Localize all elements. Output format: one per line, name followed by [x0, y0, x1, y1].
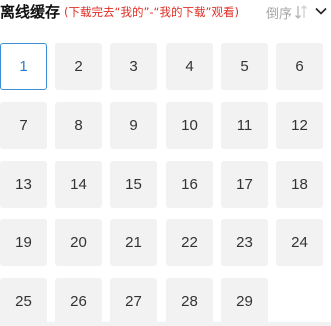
sort-label: 倒序	[266, 6, 293, 22]
episode-tile[interactable]: 1	[0, 43, 47, 90]
episode-tile[interactable]: 6	[276, 43, 323, 90]
episode-tile[interactable]: 16	[166, 161, 213, 208]
episode-tile[interactable]: 19	[0, 219, 47, 266]
episode-tile[interactable]: 11	[221, 102, 268, 149]
episode-tile[interactable]: 9	[110, 102, 157, 149]
episode-tile[interactable]: 13	[0, 161, 47, 208]
episode-tile[interactable]: 20	[55, 219, 102, 266]
episode-tile[interactable]: 26	[55, 278, 102, 325]
episode-tile[interactable]: 2	[55, 43, 102, 90]
page-title: 离线缓存	[0, 3, 61, 21]
episode-tile[interactable]: 22	[166, 219, 213, 266]
episode-tile[interactable]: 12	[276, 102, 323, 149]
episode-tile[interactable]: 17	[221, 161, 268, 208]
sort-toggle-button[interactable]: 倒序	[266, 2, 308, 22]
chevron-down-icon[interactable]	[314, 4, 328, 18]
episode-tile[interactable]: 5	[221, 43, 268, 90]
episode-tile[interactable]: 18	[276, 161, 323, 208]
episode-tile[interactable]: 24	[276, 219, 323, 266]
episode-tile[interactable]: 27	[110, 278, 157, 325]
episode-tile[interactable]: 4	[166, 43, 213, 90]
episode-tile[interactable]: 15	[110, 161, 157, 208]
episode-tile[interactable]: 28	[166, 278, 213, 325]
episode-tile[interactable]: 3	[110, 43, 157, 90]
bottom-divider	[0, 322, 331, 326]
episode-tile[interactable]: 29	[221, 278, 268, 325]
episode-tile[interactable]: 25	[0, 278, 47, 325]
episode-tile[interactable]: 23	[221, 219, 268, 266]
episode-tile[interactable]: 14	[55, 161, 102, 208]
episode-tile[interactable]: 8	[55, 102, 102, 149]
episode-tile[interactable]: 21	[110, 219, 157, 266]
header: 离线缓存 (下载完去“我的”-“我的下载”观看) 倒序	[0, 0, 331, 26]
sort-arrows-icon	[295, 5, 307, 19]
download-hint: (下载完去“我的”-“我的下载”观看)	[64, 5, 239, 19]
episode-tile[interactable]: 7	[0, 102, 47, 149]
episode-tile[interactable]: 10	[166, 102, 213, 149]
